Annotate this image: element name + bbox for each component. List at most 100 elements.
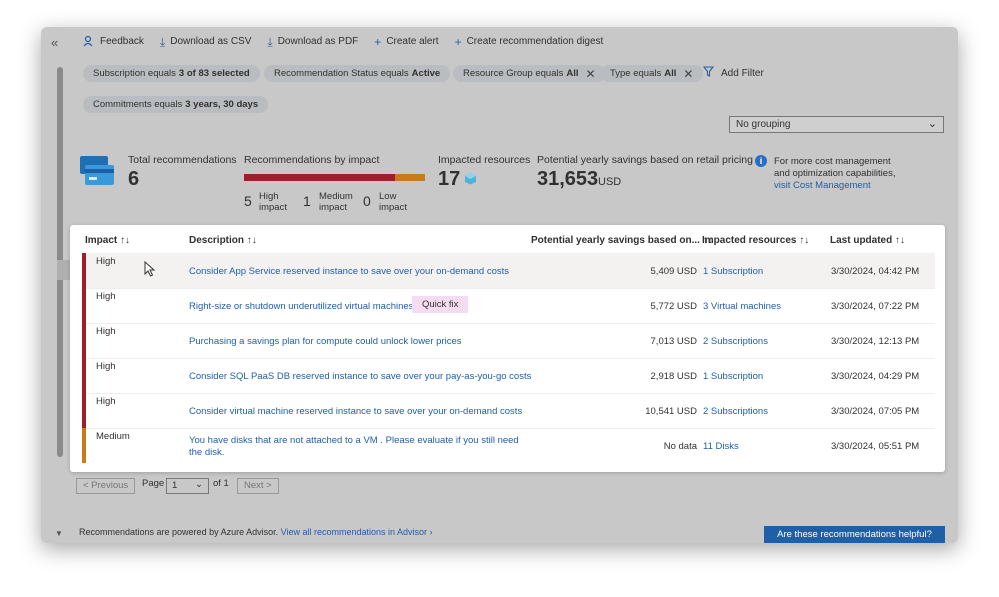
table-row[interactable]: High Consider virtual machine reserved i… [82, 393, 935, 429]
impact-cell: High [96, 396, 116, 407]
last-updated-cell: 3/30/2024, 07:05 PM [831, 406, 920, 417]
recommendation-link[interactable]: Consider SQL PaaS DB reserved instance t… [189, 371, 531, 382]
impact-column-header[interactable]: Impact ↑↓ [85, 235, 130, 246]
visit-cost-management-link[interactable]: visit Cost Management [774, 180, 895, 192]
collapse-icon[interactable]: « [51, 35, 58, 50]
impacted-resources-link[interactable]: 2 Subscriptions [703, 406, 768, 417]
quick-fix-badge[interactable]: Quick fix [412, 296, 469, 313]
sort-icon[interactable]: ↑↓ [120, 235, 130, 246]
table-row[interactable]: Medium You have disks that are not attac… [82, 428, 935, 463]
impacted-resources-link[interactable]: 1 Subscription [703, 371, 763, 382]
add-filter-label: Add Filter [721, 67, 764, 79]
vertical-scrollbar[interactable] [57, 67, 71, 457]
feedback-helpful-button[interactable]: Are these recommendations helpful? [764, 526, 945, 543]
credit-card-icon [79, 155, 115, 187]
type-filter-pill[interactable]: Type equals All ✕ [600, 65, 704, 82]
previous-page-button[interactable]: < Previous [76, 478, 136, 494]
medium-impact-label: Medium impact [319, 191, 353, 213]
filter-label: Commitments equals [93, 99, 183, 110]
high-impact-bar [244, 174, 395, 181]
impact-stripe-high [82, 358, 86, 393]
next-page-button[interactable]: Next > [237, 478, 279, 494]
recommendations-table: Impact ↑↓ Description ↑↓ Potential yearl… [70, 225, 945, 472]
savings-cell: 5,772 USD [650, 301, 697, 312]
impacted-resources-label: Impacted resources [438, 154, 531, 166]
last-updated-cell: 3/30/2024, 04:29 PM [831, 371, 920, 382]
close-icon[interactable]: ✕ [683, 67, 693, 81]
low-impact-label: Low impact [379, 191, 407, 213]
grouping-dropdown[interactable]: No grouping ⌄ [729, 116, 944, 133]
last-updated-cell: 3/30/2024, 05:51 PM [831, 441, 920, 452]
table-row[interactable]: High Consider SQL PaaS DB reserved insta… [82, 358, 935, 394]
download-pdf-button[interactable]: ⤓ Download as PDF [267, 35, 358, 48]
medium-impact-bar [395, 174, 425, 181]
resource-group-filter-pill[interactable]: Resource Group equals All ✕ [453, 65, 606, 82]
table-row[interactable]: High Consider App Service reserved insta… [82, 253, 935, 289]
table-row[interactable]: High Purchasing a savings plan for compu… [82, 323, 935, 359]
download-csv-button[interactable]: ⤓ Download as CSV [160, 35, 251, 48]
sort-icon[interactable]: ↑↓ [247, 235, 257, 246]
view-in-advisor-link[interactable]: View all recommendations in Advisor [281, 527, 427, 537]
impact-stripe-high [82, 393, 86, 428]
footer-text: Recommendations are powered by Azure Adv… [79, 527, 279, 537]
last-updated-cell: 3/30/2024, 07:22 PM [831, 301, 920, 312]
impacted-resources-link[interactable]: 1 Subscription [703, 266, 763, 277]
subscription-filter-pill[interactable]: Subscription equals 3 of 83 selected [83, 65, 260, 82]
high-impact-label: High impact [259, 191, 287, 213]
scroll-down-icon[interactable]: ▼ [55, 529, 63, 538]
close-icon[interactable]: ✕ [585, 67, 595, 81]
impacted-resources-link[interactable]: 3 Virtual machines [703, 301, 781, 312]
impact-stripe-high [82, 288, 86, 323]
impact-stripe-high [82, 253, 86, 288]
filter-label: Resource Group equals [463, 68, 564, 79]
cost-recommendations-window: « ▼ Feedback ⤓ Download as CSV ⤓ Downloa… [41, 27, 958, 543]
status-filter-pill[interactable]: Recommendation Status equals Active [264, 65, 451, 82]
recommendation-link[interactable]: Consider App Service reserved instance t… [189, 266, 509, 277]
grouping-value: No grouping [736, 119, 791, 130]
impacted-resources-link[interactable]: 2 Subscriptions [703, 336, 768, 347]
impact-stripe-high [82, 323, 86, 358]
recommendation-link[interactable]: Purchasing a savings plan for compute co… [189, 336, 461, 347]
page-select[interactable]: 1 ⌄ [166, 478, 209, 494]
resources-column-header[interactable]: Impacted resources ↑↓ [702, 235, 809, 246]
last-updated-column-header[interactable]: Last updated ↑↓ [830, 235, 905, 246]
impacted-resources-link[interactable]: 11 Disks [703, 441, 739, 452]
sort-icon[interactable]: ↑↓ [799, 235, 809, 246]
savings-column-header[interactable]: Potential yearly savings based on... ↑↓ [531, 235, 713, 246]
impact-cell: High [96, 291, 116, 302]
savings-cell: 10,541 USD [645, 406, 697, 417]
filter-value: 3 years, 30 days [185, 99, 259, 110]
filter-value: 3 of 83 selected [178, 68, 250, 79]
header-label: Impact [85, 235, 118, 246]
scrollbar-thumb[interactable] [57, 260, 71, 280]
download-icon: ⤓ [267, 34, 273, 49]
header-label: Potential yearly savings based on... [531, 235, 700, 246]
recommendation-link[interactable]: You have disks that are not attached to … [189, 435, 529, 459]
create-alert-button[interactable]: + Create alert [374, 35, 438, 48]
filter-icon [702, 66, 715, 80]
plus-icon: + [374, 34, 382, 49]
create-digest-label: Create recommendation digest [466, 36, 604, 47]
savings-cell: 5,409 USD [650, 266, 697, 277]
create-digest-button[interactable]: + Create recommendation digest [455, 35, 604, 48]
sort-icon[interactable]: ↑↓ [895, 235, 905, 246]
potential-savings-value: 31,653 [537, 168, 599, 190]
total-recommendations-label: Total recommendations [128, 154, 237, 166]
header-label: Description [189, 235, 245, 246]
savings-cell: 2,918 USD [650, 371, 697, 382]
chevron-down-icon: ⌄ [195, 479, 203, 490]
table-row[interactable]: High Right-size or shutdown underutilize… [82, 288, 935, 324]
description-column-header[interactable]: Description ↑↓ [189, 235, 257, 246]
page-count-label: of 1 [213, 478, 229, 489]
feedback-button[interactable]: Feedback [83, 35, 144, 48]
chevron-down-icon: ⌄ [927, 118, 937, 130]
add-filter-button[interactable]: Add Filter [702, 66, 764, 80]
recommendation-link[interactable]: Right-size or shutdown underutilized vir… [189, 301, 413, 312]
page-select-value: 1 [172, 480, 178, 491]
cube-icon [464, 172, 477, 190]
download-pdf-label: Download as PDF [277, 36, 359, 47]
download-csv-label: Download as CSV [170, 36, 252, 47]
recommendation-link[interactable]: Consider virtual machine reserved instan… [189, 406, 522, 417]
info-line-2: and optimization capabilities, [774, 168, 896, 179]
commitments-filter-pill[interactable]: Commitments equals 3 years, 30 days [83, 96, 269, 113]
